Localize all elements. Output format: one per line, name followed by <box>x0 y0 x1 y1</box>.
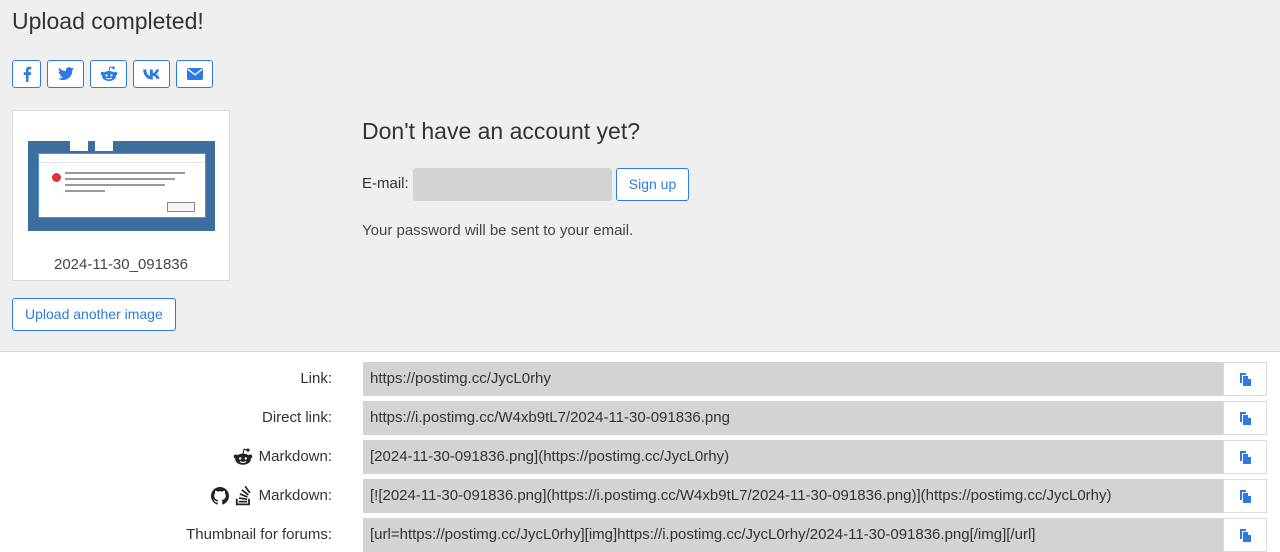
reddit-markdown-label-text: Markdown: <box>258 448 332 465</box>
thumbnail-tab <box>70 139 88 151</box>
facebook-icon <box>23 66 31 82</box>
copy-icon <box>1240 528 1251 542</box>
thumbnail-text-line <box>65 190 105 192</box>
link-label: Link: <box>300 362 332 396</box>
forum-thumbnail-label-text: Thumbnail for forums: <box>186 526 332 543</box>
error-icon <box>52 173 61 182</box>
thumbnail-text-line <box>65 172 185 174</box>
share-vk-button[interactable] <box>133 60 170 88</box>
forum-thumbnail-row: Thumbnail for forums: <box>0 518 1280 552</box>
forum-thumbnail-field[interactable] <box>363 518 1223 552</box>
twitter-icon <box>57 67 74 80</box>
copy-direct-link-button[interactable] <box>1223 401 1267 435</box>
thumbnail-text-line <box>65 184 165 186</box>
direct-link-field[interactable] <box>363 401 1223 435</box>
github-markdown-label: Markdown: <box>210 479 332 513</box>
label-icons <box>233 448 253 466</box>
label-icons <box>210 486 253 506</box>
upload-another-button[interactable]: Upload another image <box>12 298 176 331</box>
copy-icon <box>1240 489 1251 503</box>
share-email-button[interactable] <box>176 60 213 88</box>
vk-icon <box>142 69 160 80</box>
copy-icon <box>1240 411 1251 425</box>
thumbnail-caption: 2024-11-30_091836 <box>53 256 188 273</box>
copy-link-button[interactable] <box>1223 362 1267 396</box>
github-markdown-row: Markdown: <box>0 479 1280 513</box>
signup-button[interactable]: Sign up <box>616 168 689 201</box>
thumbnail-error-dialog <box>38 153 206 218</box>
copy-icon <box>1240 450 1251 464</box>
share-reddit-button[interactable] <box>90 60 127 88</box>
direct-link-label: Direct link: <box>262 401 332 435</box>
share-twitter-button[interactable] <box>47 60 84 88</box>
direct-link-label-text: Direct link: <box>261 409 332 426</box>
forum-thumbnail-label: Thumbnail for forums: <box>186 518 332 552</box>
stackoverflow-icon <box>235 486 251 506</box>
reddit-markdown-label: Markdown: <box>233 440 332 474</box>
copy-forum-thumbnail-button[interactable] <box>1223 518 1267 552</box>
password-note: Your password will be sent to your email… <box>362 222 634 239</box>
envelope-icon <box>186 68 203 80</box>
account-heading: Don't have an account yet? <box>362 118 641 144</box>
email-label: E-mail: <box>362 175 409 192</box>
share-buttons <box>12 60 213 88</box>
reddit-markdown-row: Markdown: <box>0 440 1280 474</box>
thumbnail-tab <box>95 139 113 151</box>
link-label-text: Link: <box>300 370 332 387</box>
thumbnail-dialog-titlebar <box>39 154 205 163</box>
links-panel: Link: Direct link: <box>0 352 1280 552</box>
image-thumbnail[interactable] <box>28 139 215 231</box>
reddit-icon <box>233 448 252 465</box>
page-title: Upload completed! <box>12 8 204 34</box>
reddit-markdown-field[interactable] <box>363 440 1223 474</box>
link-row: Link: <box>0 362 1280 396</box>
copy-icon <box>1240 372 1251 386</box>
share-facebook-button[interactable] <box>12 60 41 88</box>
thumbnail-text-line <box>65 178 175 180</box>
copy-github-markdown-button[interactable] <box>1223 479 1267 513</box>
github-icon <box>210 487 229 505</box>
github-markdown-field[interactable] <box>363 479 1223 513</box>
email-field[interactable] <box>413 168 612 201</box>
github-markdown-label-text: Markdown: <box>258 487 332 504</box>
reddit-icon <box>100 66 117 81</box>
link-field[interactable] <box>363 362 1223 396</box>
copy-reddit-markdown-button[interactable] <box>1223 440 1267 474</box>
direct-link-row: Direct link: <box>0 401 1280 435</box>
upload-summary-panel: Upload completed! 2024-11-30_091836 Uplo… <box>0 0 1280 352</box>
thumbnail-ok-button <box>167 202 195 212</box>
image-thumbnail-card[interactable]: 2024-11-30_091836 <box>12 110 230 281</box>
